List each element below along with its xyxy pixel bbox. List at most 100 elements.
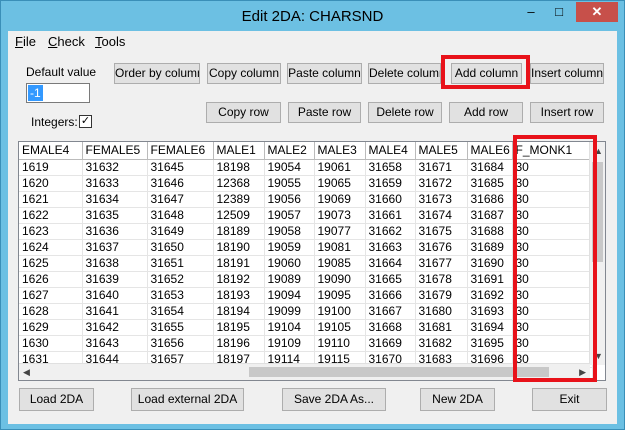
- grid-cell[interactable]: 31687: [467, 207, 513, 224]
- grid-cell[interactable]: 1619: [19, 159, 83, 176]
- grid-cell[interactable]: 18192: [213, 271, 265, 288]
- grid-cell[interactable]: 31694: [467, 319, 513, 336]
- grid-cell[interactable]: 12509: [213, 207, 265, 224]
- grid-cell[interactable]: 1622: [19, 207, 83, 224]
- grid-cell[interactable]: 31682: [415, 335, 468, 352]
- grid-cell[interactable]: 31677: [415, 255, 468, 272]
- exit-button[interactable]: Exit: [532, 388, 607, 411]
- maximize-button[interactable]: □: [546, 2, 572, 22]
- grid-cell[interactable]: 31650: [147, 239, 214, 256]
- grid-cell[interactable]: 31673: [415, 191, 468, 208]
- grid-cell[interactable]: 31651: [147, 255, 214, 272]
- grid-cell[interactable]: 31691: [467, 271, 513, 288]
- menu-tools[interactable]: Tools: [95, 34, 125, 49]
- close-button[interactable]: ✕: [576, 2, 618, 22]
- grid-cell[interactable]: 19059: [264, 239, 315, 256]
- delete-column-button[interactable]: Delete column: [368, 63, 441, 84]
- insert-column-button[interactable]: Insert column: [530, 63, 604, 84]
- grid-cell[interactable]: 31688: [467, 223, 513, 240]
- menu-file[interactable]: File: [15, 34, 36, 49]
- grid-cell[interactable]: 31635: [82, 207, 148, 224]
- column-header[interactable]: MALE4: [365, 142, 416, 160]
- grid-cell[interactable]: 19094: [264, 287, 315, 304]
- grid-cell[interactable]: 12368: [213, 175, 265, 192]
- grid-cell[interactable]: 19073: [314, 207, 366, 224]
- grid-cell[interactable]: 31634: [82, 191, 148, 208]
- grid-cell[interactable]: 19095: [314, 287, 366, 304]
- grid-cell[interactable]: 31692: [467, 287, 513, 304]
- grid-cell[interactable]: 31647: [147, 191, 214, 208]
- grid-cell[interactable]: 31665: [365, 271, 416, 288]
- grid-cell[interactable]: 31671: [415, 159, 468, 176]
- grid-cell[interactable]: 31695: [467, 335, 513, 352]
- grid-cell[interactable]: 31667: [365, 303, 416, 320]
- paste-column-button[interactable]: Paste column: [287, 63, 362, 84]
- copy-column-button[interactable]: Copy column: [207, 63, 281, 84]
- grid-cell[interactable]: 31679: [415, 287, 468, 304]
- grid-cell[interactable]: 31641: [82, 303, 148, 320]
- grid-cell[interactable]: 31686: [467, 191, 513, 208]
- grid-cell[interactable]: 31675: [415, 223, 468, 240]
- grid-cell[interactable]: 31633: [82, 175, 148, 192]
- grid-cell[interactable]: 19065: [314, 175, 366, 192]
- copy-row-button[interactable]: Copy row: [206, 102, 281, 123]
- grid-cell[interactable]: 31660: [365, 191, 416, 208]
- order-by-column-button[interactable]: Order by column: [114, 63, 200, 84]
- grid-cell[interactable]: 31636: [82, 223, 148, 240]
- column-header[interactable]: MALE2: [264, 142, 315, 160]
- grid-cell[interactable]: 19110: [314, 335, 366, 352]
- column-header[interactable]: MALE3: [314, 142, 366, 160]
- grid-cell[interactable]: 31672: [415, 175, 468, 192]
- grid-cell[interactable]: 31668: [365, 319, 416, 336]
- grid-cell[interactable]: 31648: [147, 207, 214, 224]
- grid-cell[interactable]: 31685: [467, 175, 513, 192]
- grid-cell[interactable]: 18190: [213, 239, 265, 256]
- column-header[interactable]: EMALE4: [19, 142, 83, 160]
- grid-cell[interactable]: 31653: [147, 287, 214, 304]
- grid-cell[interactable]: 1630: [19, 335, 83, 352]
- grid-cell[interactable]: 19055: [264, 175, 315, 192]
- integers-checkbox[interactable]: ✓: [79, 115, 92, 128]
- grid-cell[interactable]: 31681: [415, 319, 468, 336]
- grid-cell[interactable]: 31690: [467, 255, 513, 272]
- grid-cell[interactable]: 31661: [365, 207, 416, 224]
- grid-cell[interactable]: 31642: [82, 319, 148, 336]
- grid-cell[interactable]: 31639: [82, 271, 148, 288]
- default-value-input[interactable]: -1: [26, 83, 90, 103]
- grid-cell[interactable]: 19104: [264, 319, 315, 336]
- new-2da-button[interactable]: New 2DA: [420, 388, 495, 411]
- grid-cell[interactable]: 18189: [213, 223, 265, 240]
- grid-cell[interactable]: 31684: [467, 159, 513, 176]
- grid-cell[interactable]: 19069: [314, 191, 366, 208]
- paste-row-button[interactable]: Paste row: [288, 102, 361, 123]
- horizontal-scroll-thumb[interactable]: [249, 367, 549, 377]
- grid-cell[interactable]: 31669: [365, 335, 416, 352]
- grid-cell[interactable]: 31676: [415, 239, 468, 256]
- grid-cell[interactable]: 18194: [213, 303, 265, 320]
- menu-check[interactable]: Check: [48, 34, 85, 49]
- grid-cell[interactable]: 19081: [314, 239, 366, 256]
- grid-cell[interactable]: 1628: [19, 303, 83, 320]
- grid-cell[interactable]: 1623: [19, 223, 83, 240]
- grid-cell[interactable]: 19109: [264, 335, 315, 352]
- grid-cell[interactable]: 19057: [264, 207, 315, 224]
- grid-cell[interactable]: 31659: [365, 175, 416, 192]
- column-header[interactable]: FEMALE6: [147, 142, 214, 160]
- column-header[interactable]: MALE5: [415, 142, 468, 160]
- grid-cell[interactable]: 1629: [19, 319, 83, 336]
- grid-cell[interactable]: 1626: [19, 271, 83, 288]
- grid-cell[interactable]: 19099: [264, 303, 315, 320]
- horizontal-scrollbar[interactable]: ◀ ▶: [19, 363, 590, 380]
- grid-cell[interactable]: 31652: [147, 271, 214, 288]
- grid-cell[interactable]: 31680: [415, 303, 468, 320]
- column-header[interactable]: MALE6: [467, 142, 513, 160]
- load-external-2da-button[interactable]: Load external 2DA: [131, 388, 244, 411]
- grid-cell[interactable]: 31674: [415, 207, 468, 224]
- grid-cell[interactable]: 18193: [213, 287, 265, 304]
- minimize-button[interactable]: –: [518, 2, 544, 22]
- grid-cell[interactable]: 31666: [365, 287, 416, 304]
- grid-cell[interactable]: 19090: [314, 271, 366, 288]
- scroll-left-icon[interactable]: ◀: [23, 367, 30, 378]
- column-header[interactable]: MALE1: [213, 142, 265, 160]
- grid-cell[interactable]: 31649: [147, 223, 214, 240]
